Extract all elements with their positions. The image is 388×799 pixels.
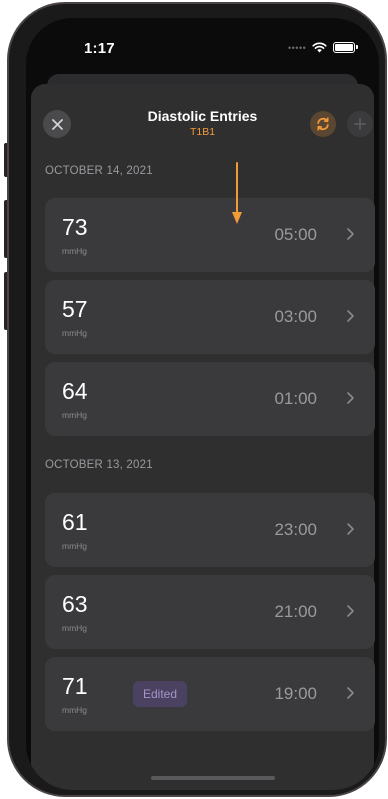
entry-unit: mmHg [62,705,88,715]
chevron-right-icon [347,310,354,322]
entry-value: 71 [62,673,88,699]
entry-value: 64 [62,378,88,404]
entry-unit: mmHg [62,541,88,551]
entry-time: 23:00 [274,520,317,539]
chevron-right-icon [347,392,354,404]
entry-unit: mmHg [62,328,88,338]
entry-unit: mmHg [62,623,88,633]
sync-icon [317,117,329,131]
entry-time: 01:00 [274,389,317,408]
phone-frame: 1:17 ••••• Diastolic Entries T1B1 OCTOBE… [7,2,387,797]
entry-time: 03:00 [274,307,317,326]
entry-value: 61 [62,509,88,535]
entries-sheet: Diastolic Entries T1B1 OCTOBER 14, 2021 … [31,84,375,790]
sync-button[interactable] [310,111,336,137]
screen: 1:17 ••••• Diastolic Entries T1B1 OCTOBE… [26,18,379,790]
entry-row[interactable]: 73 mmHg 05:00 [45,198,375,272]
entry-row[interactable]: 63 mmHg 21:00 [45,575,375,649]
home-indicator[interactable] [151,776,275,780]
entry-unit: mmHg [62,410,88,420]
add-entry-button[interactable] [347,111,373,137]
wifi-icon [312,42,327,53]
edited-badge: Edited [133,681,188,707]
chevron-right-icon [347,228,354,240]
section-header-date: OCTOBER 13, 2021 [45,459,153,471]
arrow-down-icon [232,162,242,224]
entry-value: 73 [62,214,88,240]
entry-row[interactable]: 61 mmHg 23:00 [45,493,375,567]
entry-time: 05:00 [274,225,317,244]
chevron-right-icon [347,605,354,617]
status-icons: ••••• [288,42,359,53]
status-time: 1:17 [84,40,115,57]
battery-icon [333,42,359,53]
chevron-right-icon [347,687,354,699]
entry-value: 57 [62,296,88,322]
entry-value: 63 [62,591,88,617]
entry-unit: mmHg [62,246,88,256]
entry-row[interactable]: 64 mmHg 01:00 [45,362,375,436]
entry-time: 19:00 [274,684,317,703]
section-header-date: OCTOBER 14, 2021 [45,165,153,177]
signal-dots-icon: ••••• [288,42,307,53]
plus-icon [354,118,366,130]
entry-row[interactable]: 57 mmHg 03:00 [45,280,375,354]
chevron-right-icon [347,523,354,535]
entry-time: 21:00 [274,602,317,621]
entry-row[interactable]: 71 mmHg Edited 19:00 [45,657,375,731]
